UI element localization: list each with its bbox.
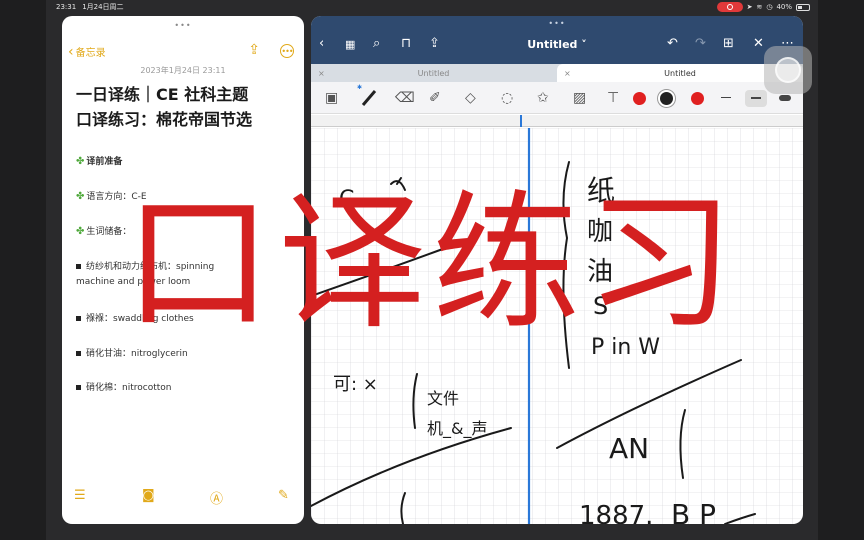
handwriting-ke: 可: ×: [333, 374, 378, 395]
undo-icon[interactable]: ↶: [667, 36, 678, 51]
note-title[interactable]: 一日译练｜CE 社科主题 口译练习：棉花帝国节选: [76, 82, 296, 132]
back-label: 备忘录: [75, 48, 106, 59]
lasso-icon[interactable]: ◌: [501, 90, 513, 106]
notes-bottom-toolbar: ☰ ◙ Ⓐ ✎: [62, 488, 304, 508]
note-line: 褓褓：swaddling clothes: [76, 311, 194, 324]
assistive-touch-button[interactable]: [764, 46, 812, 94]
note-line: ✤ 语言方向：C-E: [76, 191, 147, 202]
color-red[interactable]: [633, 92, 646, 105]
screen-recording-icon[interactable]: [716, 2, 743, 12]
battery-icon: [796, 3, 810, 11]
chevron-left-icon: ‹: [68, 43, 74, 60]
left-letterbox: [0, 0, 46, 540]
bullet-icon: [76, 385, 81, 390]
multitask-grabber-icon[interactable]: •••: [174, 21, 191, 30]
handwriting-1887: 1887.: [579, 501, 653, 524]
note-title-line2: 口译练习：棉花帝国节选: [76, 110, 253, 129]
bullet-icon: [76, 316, 81, 321]
handwriting-zhi: 纸: [587, 174, 615, 207]
close-tab-icon[interactable]: ×: [564, 69, 571, 78]
location-icon: ➤: [746, 3, 753, 11]
note-line-continued: machine and power loom: [76, 277, 191, 287]
more-icon[interactable]: •••: [280, 44, 294, 58]
status-date: 1月24日周二: [82, 3, 124, 11]
handwriting-ji: 机_&_声: [427, 419, 487, 439]
close-pen-icon[interactable]: ✕: [753, 36, 764, 51]
goodnotes-window: ••• ‹ ▦ ⌕ ⊓ ⇪ Untitled ˅ ↶ ↷ ⊞ ✕ ⋯ × Unt…: [311, 16, 803, 524]
lasso-image-icon[interactable]: ▣: [325, 90, 338, 106]
redo-icon[interactable]: ↷: [695, 36, 706, 51]
notes-window: ••• ‹ 备忘录 ⇪ ••• 2023年1月24日 23:11 一日译练｜CE…: [62, 16, 304, 524]
note-line: 纺纱机和动力织布机：spinning: [76, 259, 214, 272]
markup-icon[interactable]: Ⓐ: [210, 488, 223, 507]
multitask-grabber-icon[interactable]: •••: [548, 19, 565, 28]
handwriting-an: AN: [609, 432, 649, 465]
color-black-selected[interactable]: [660, 92, 673, 105]
note-title-line1: 一日译练｜CE 社科主题: [76, 85, 249, 104]
note-line: ✤ 译前准备: [76, 156, 123, 167]
clover-icon: ✤: [76, 191, 85, 202]
bullet-icon: [76, 351, 81, 356]
pen-tool-icon[interactable]: [359, 88, 379, 108]
tab-bar: × Untitled × Untitled: [311, 64, 803, 82]
stroke-medium[interactable]: [751, 97, 761, 99]
status-time: 23:31: [56, 3, 77, 11]
checklist-icon[interactable]: ☰: [74, 488, 86, 503]
alarm-icon: ◷: [766, 3, 773, 11]
note-canvas[interactable]: C 可: × 文件 机_&_声 纸 咖 油 S P in W AN 1887. …: [311, 128, 803, 524]
battery-percent: 40%: [776, 3, 792, 11]
compose-icon[interactable]: ✎: [278, 488, 289, 503]
handwriting-s: S: [593, 292, 608, 320]
handwriting-bp: B P: [671, 498, 716, 524]
status-right: ➤ ≋ ◷ 40%: [716, 2, 810, 12]
handwriting-wenjian: 文件: [427, 389, 459, 408]
bullet-icon: [76, 264, 81, 269]
stroke-thin[interactable]: [721, 97, 731, 98]
note-line: 硝化甘油：nitroglycerin: [76, 346, 188, 359]
wifi-icon: ≋: [756, 3, 763, 11]
bluetooth-pen-icon: ✱: [357, 84, 363, 91]
text-icon[interactable]: ⊤: [607, 90, 619, 106]
note-line: ✤ 生词储备：: [76, 226, 132, 237]
goodnotes-nav-bar: ••• ‹ ▦ ⌕ ⊓ ⇪ Untitled ˅ ↶ ↷ ⊞ ✕ ⋯: [311, 16, 803, 64]
handwriting-ka: 咖: [587, 217, 613, 247]
handwriting-piw: P in W: [591, 335, 660, 360]
notes-toolbar: ‹ 备忘录 ⇪ •••: [62, 42, 304, 64]
handwriting-you: 油: [587, 257, 613, 287]
note-line: 硝化棉：nitrocotton: [76, 380, 171, 393]
note-date: 2023年1月24日 23:11: [140, 66, 226, 75]
status-bar: 23:31 1月24日周二 ➤ ≋ ◷ 40%: [46, 0, 818, 14]
page-ruler: [311, 115, 803, 127]
image-icon[interactable]: ▨: [573, 90, 586, 106]
handwriting-c: C: [339, 187, 354, 212]
tab-untitled-1[interactable]: × Untitled: [311, 64, 556, 82]
sticker-icon[interactable]: ✩: [537, 90, 549, 106]
shapes-icon[interactable]: ◇: [465, 90, 476, 106]
drawing-toolbar: ▣ ✱ ⌫ ✐ ◇ ◌ ✩ ▨ ⊤: [311, 82, 803, 114]
share-icon[interactable]: ⇪: [248, 42, 260, 58]
highlighter-icon[interactable]: ✐: [429, 90, 441, 106]
clover-icon: ✤: [76, 226, 85, 237]
color-red-2[interactable]: [691, 92, 704, 105]
camera-icon[interactable]: ◙: [142, 488, 155, 503]
clover-icon: ✤: [76, 156, 85, 167]
eraser-icon[interactable]: ⌫: [395, 90, 415, 106]
right-letterbox: [818, 0, 864, 540]
add-page-icon[interactable]: ⊞: [723, 36, 734, 51]
back-button[interactable]: ‹ 备忘录: [68, 43, 106, 60]
close-tab-icon[interactable]: ×: [318, 69, 325, 78]
stroke-thick[interactable]: [779, 95, 791, 101]
